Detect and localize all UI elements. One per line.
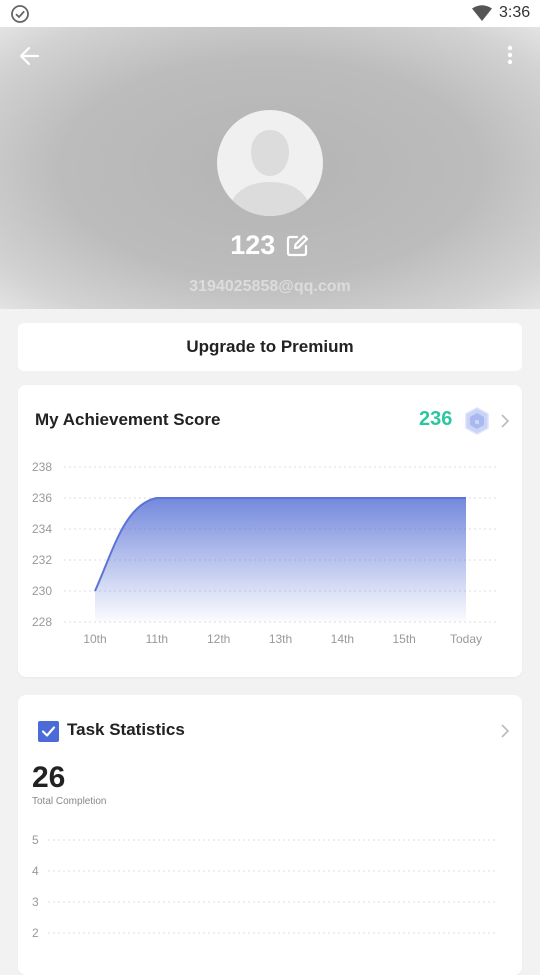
wifi-icon [472,5,492,22]
y-tick-label: 236 [32,491,52,505]
edit-icon[interactable] [284,233,310,259]
y-tick-label: 3 [32,895,39,909]
back-button[interactable] [14,42,46,70]
x-tick-label: 14th [331,632,354,646]
score-area [95,498,466,622]
more-options-button[interactable] [500,42,520,70]
more-vertical-icon [500,42,520,70]
y-tick-label: 234 [32,522,52,536]
y-tick-label: 5 [32,833,39,847]
achievement-chart-svg: 228 230 232 234 236 238 10th 11th 12th 13th 14th 15… [18,385,522,677]
x-tick-label: 12th [207,632,230,646]
x-tick-label: 15th [392,632,415,646]
y-tick-label: 2 [32,926,39,940]
status-time: 3:36 [499,4,530,22]
y-tick-label: 228 [32,615,52,629]
y-tick-label: 4 [32,864,39,878]
profile-header: 123 3194025858@qq.com [0,27,540,309]
x-tick-label: Today [450,632,482,646]
avatar[interactable] [217,110,323,216]
x-tick-label: 13th [269,632,292,646]
x-tick-label: 10th [83,632,106,646]
achievement-card[interactable]: My Achievement Score 236 ≋ 2282302322342… [18,385,522,677]
user-email: 3194025858@qq.com [0,278,540,296]
status-bar: 3:36 [0,0,540,27]
task-chart-svg: 5 4 3 2 [18,695,522,975]
upgrade-premium-button[interactable]: Upgrade to Premium [18,323,522,371]
y-tick-label: 232 [32,553,52,567]
arrow-left-icon [14,42,46,70]
username-row: 123 [0,230,540,266]
username: 123 [230,230,275,261]
check-circle-icon [10,4,30,24]
user-silhouette-icon [217,110,323,216]
y-tick-label: 230 [32,584,52,598]
x-tick-label: 11th [146,632,168,646]
task-statistics-card[interactable]: Task Statistics 26 Total Completion 5432 [18,695,522,975]
y-tick-label: 238 [32,460,52,474]
